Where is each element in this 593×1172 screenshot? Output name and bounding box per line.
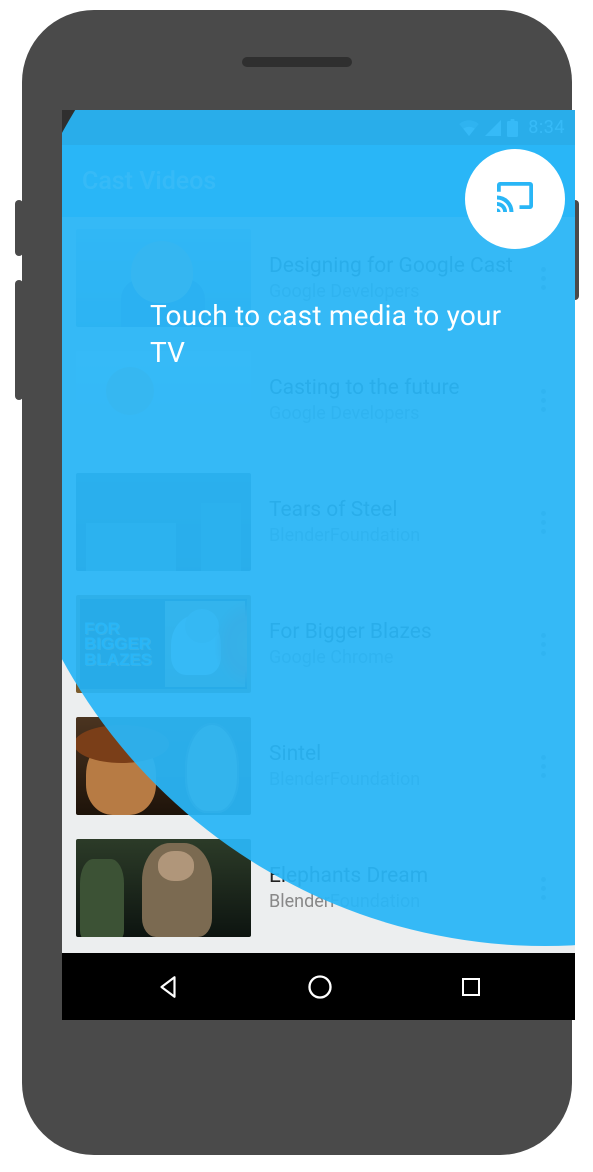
cast-button[interactable] — [465, 149, 565, 249]
video-thumbnail — [76, 839, 251, 937]
device-mockup: 8:34 Cast Videos Designing for Google Ca… — [0, 0, 593, 1172]
screen: 8:34 Cast Videos Designing for Google Ca… — [62, 110, 575, 1020]
cast-icon — [497, 182, 533, 216]
recents-button[interactable] — [459, 975, 483, 999]
home-button[interactable] — [306, 973, 334, 1001]
navigation-bar — [62, 953, 575, 1020]
overlay-title: Touch to cast media to your TV — [150, 298, 515, 372]
device-frame: 8:34 Cast Videos Designing for Google Ca… — [22, 10, 572, 1155]
back-button[interactable] — [155, 974, 181, 1000]
device-speaker — [242, 57, 352, 67]
